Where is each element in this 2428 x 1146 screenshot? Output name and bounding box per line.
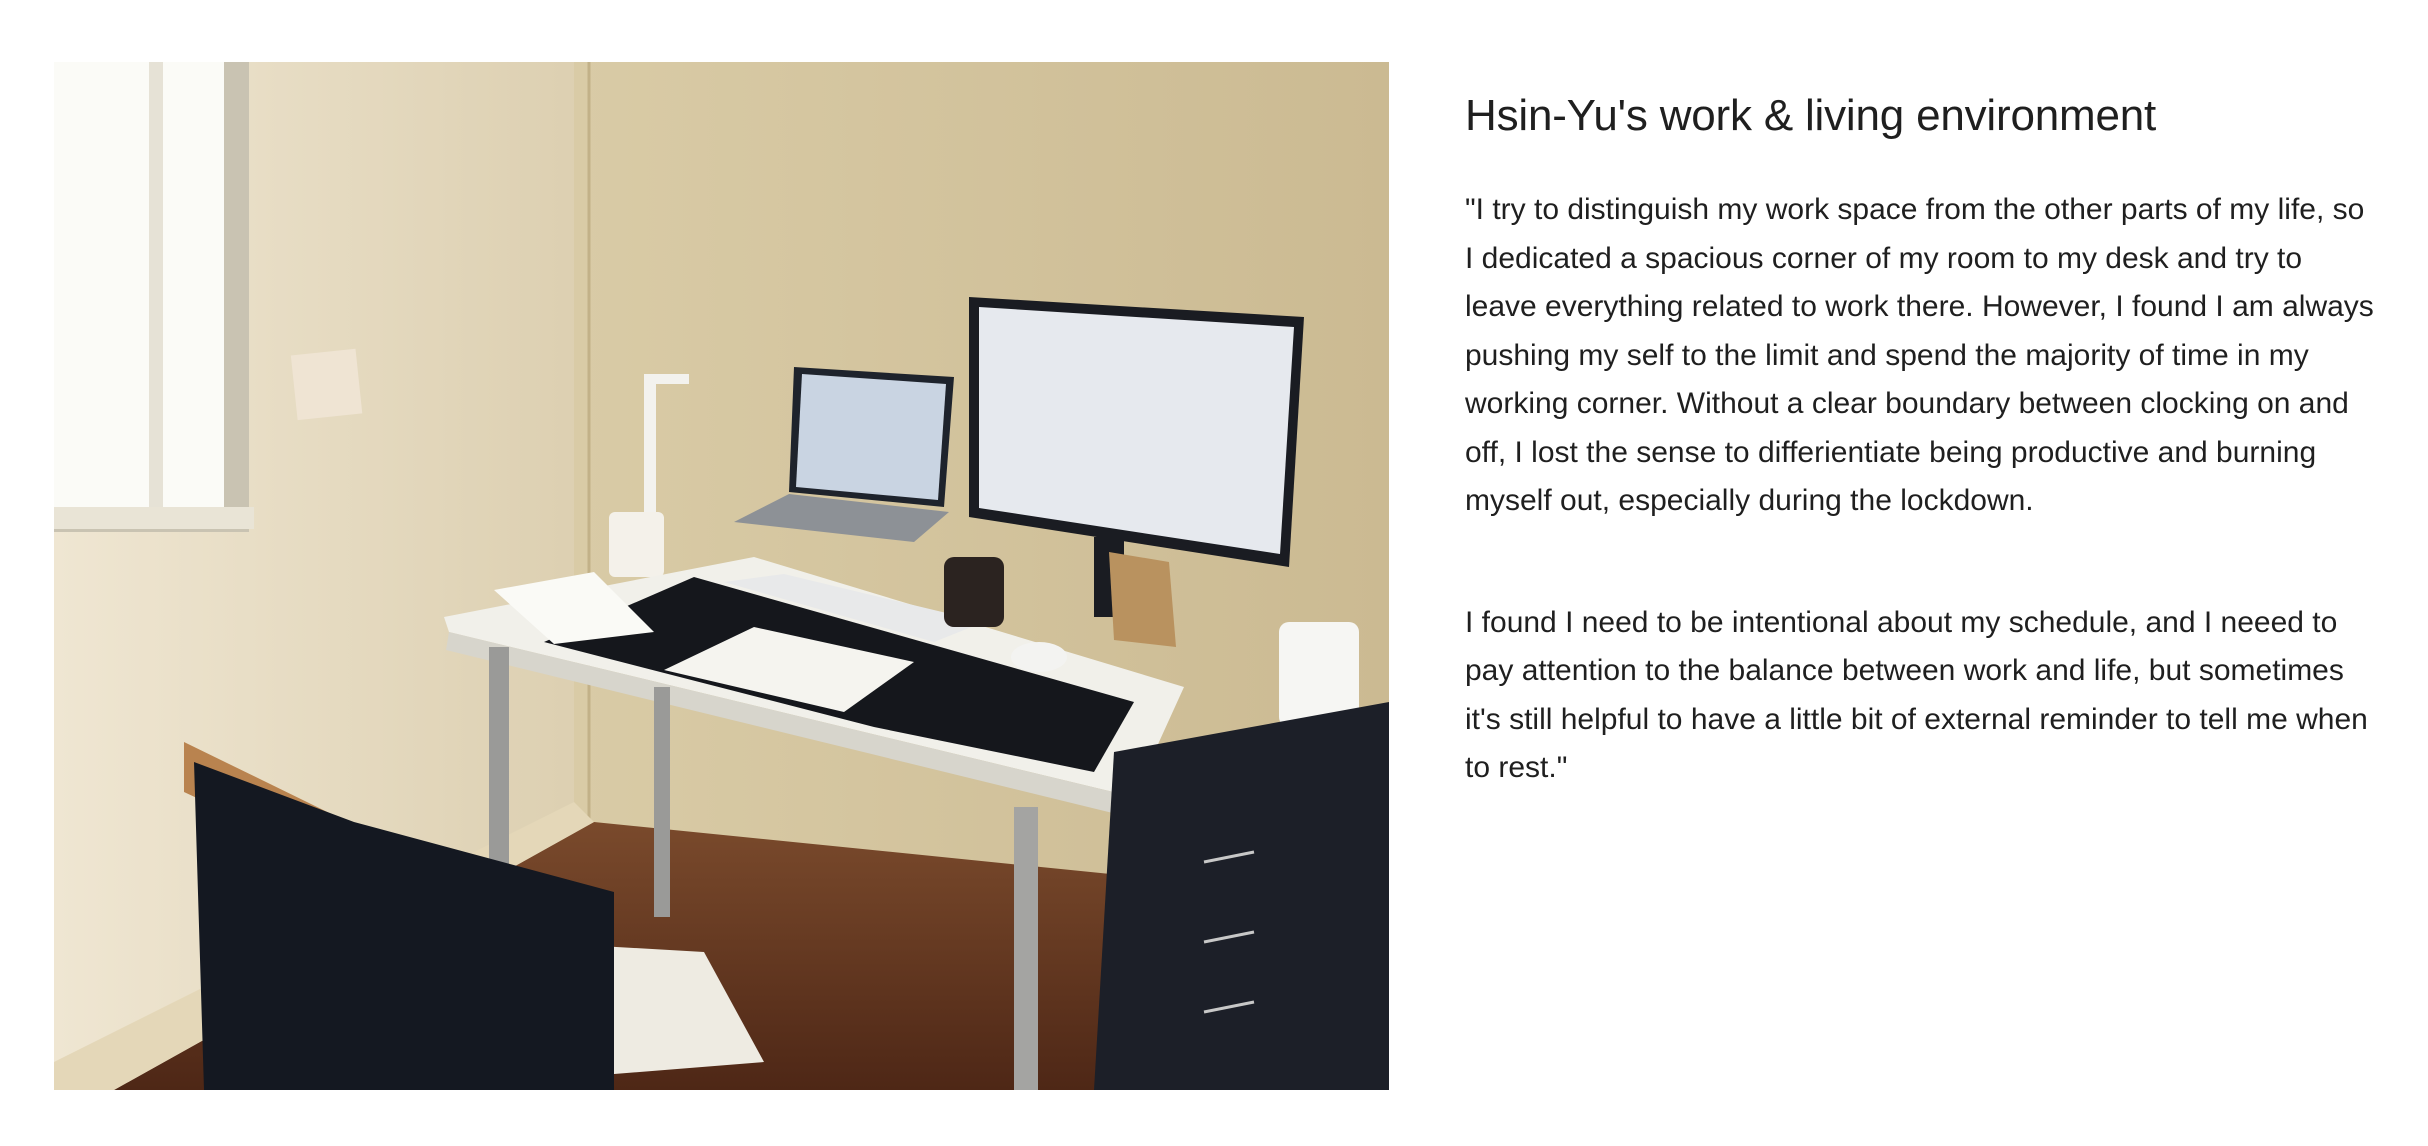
drawer-cabinet — [1094, 702, 1389, 1090]
mouse — [1011, 642, 1067, 672]
article-title: Hsin-Yu's work & living environment — [1465, 91, 2157, 140]
desk-leg — [654, 687, 670, 917]
article: Hsin-Yu's work & living environment "I t… — [1465, 88, 2375, 793]
quote-paragraph-2: I found I need to be intentional about m… — [1465, 605, 2368, 785]
mug — [609, 512, 664, 577]
candle-jar — [944, 557, 1004, 627]
desk-leg — [489, 647, 509, 877]
wall-note — [290, 348, 363, 421]
workspace-illustration — [54, 62, 1389, 1090]
desk-number-block — [1109, 552, 1176, 647]
desk-leg — [1014, 807, 1038, 1090]
quote-paragraph-1: "I try to distinguish my work space from… — [1465, 193, 2374, 517]
workspace-photo — [54, 62, 1389, 1090]
